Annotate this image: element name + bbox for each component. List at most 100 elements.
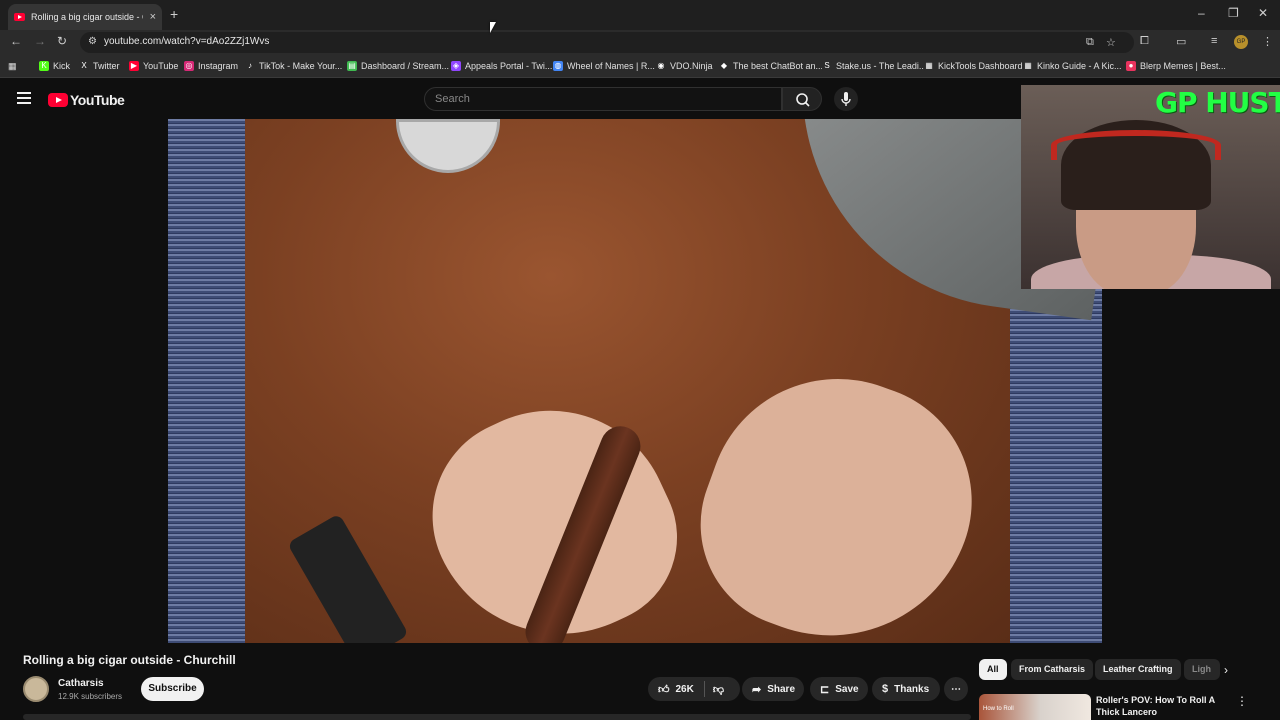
media-control-icon[interactable]: ≡ bbox=[1211, 35, 1217, 47]
share-button[interactable]: ➦ Share bbox=[742, 677, 804, 701]
description-scrollbar[interactable] bbox=[23, 714, 971, 720]
bookmark-item[interactable]: X Twitter bbox=[79, 61, 120, 71]
apps-grid-icon[interactable]: ▦ bbox=[8, 61, 17, 72]
voice-search-button[interactable] bbox=[834, 87, 858, 111]
share-label: Share bbox=[767, 683, 796, 695]
bookmark-favicon-icon: ◎ bbox=[184, 61, 194, 71]
like-dislike-group: 👍︎ 26K 👎︎ bbox=[648, 677, 740, 701]
bookmark-item[interactable]: ● Blerp Memes | Best... bbox=[1126, 61, 1226, 71]
chip-all[interactable]: All bbox=[979, 659, 1007, 680]
forward-arrow-icon[interactable]: → bbox=[34, 34, 46, 48]
webcam-headset bbox=[1051, 130, 1221, 160]
tab-close-icon[interactable]: × bbox=[150, 11, 156, 23]
bookmark-item[interactable]: ◈ Appeals Portal - Twi... bbox=[451, 61, 552, 71]
bookmark-icon: ⊏ bbox=[820, 683, 830, 696]
bookmark-label: The best ChatBot an... bbox=[733, 61, 824, 71]
save-label: Save bbox=[835, 683, 859, 695]
chip-from-catharsis[interactable]: From Catharsis bbox=[1011, 659, 1094, 680]
bookmark-favicon-icon: S bbox=[822, 61, 832, 71]
bookmark-label: VDO.Ninja bbox=[670, 61, 713, 71]
video-player[interactable] bbox=[168, 119, 1102, 643]
bookmark-label: Kick bbox=[53, 61, 71, 71]
more-actions-button[interactable]: ⋯ bbox=[944, 677, 968, 701]
recommended-menu-icon[interactable]: ⋮ bbox=[1236, 694, 1248, 708]
bookmark-item[interactable]: ♪ TikTok - Make Your... bbox=[245, 61, 342, 71]
browser-tab[interactable]: Rolling a big cigar outside - Ch × bbox=[8, 4, 162, 30]
search-box[interactable] bbox=[424, 87, 782, 111]
bookmark-favicon-icon: X bbox=[79, 61, 89, 71]
bookmark-item[interactable]: ◉ VDO.Ninja bbox=[656, 61, 713, 71]
channel-avatar[interactable] bbox=[23, 676, 49, 702]
search-icon bbox=[796, 93, 810, 107]
bookmark-favicon-icon: ▦ bbox=[1023, 61, 1033, 71]
search-input[interactable] bbox=[435, 93, 765, 105]
super-thanks-icon: $ bbox=[882, 683, 889, 695]
thumbs-down-icon[interactable]: 👎︎ bbox=[713, 683, 724, 696]
cast-icon[interactable]: ▭ bbox=[1176, 35, 1186, 48]
bookmark-item[interactable]: ◆ The best ChatBot an... bbox=[719, 61, 823, 71]
recommended-thumbnail[interactable]: How to Roll bbox=[979, 694, 1091, 720]
bookmark-item[interactable]: ▦ KickTools Dashboard bbox=[924, 61, 1023, 71]
video-frame-cloth-right bbox=[1010, 279, 1102, 643]
chip-lighting[interactable]: Ligh bbox=[1184, 659, 1220, 680]
thanks-label: Thanks bbox=[894, 683, 930, 695]
reload-icon[interactable]: ↻ bbox=[57, 34, 67, 48]
bookmark-item[interactable]: ▤ Dashboard / Stream... bbox=[347, 61, 449, 71]
video-frame-cloth-left bbox=[168, 119, 245, 643]
browser-menu-icon[interactable]: ⋮ bbox=[1262, 35, 1273, 48]
bookmark-favicon-icon: ◍ bbox=[553, 61, 563, 71]
address-bar-url[interactable]: youtube.com/watch?v=dAo2ZZj1Wvs bbox=[104, 36, 269, 47]
save-button[interactable]: ⊏ Save bbox=[810, 677, 868, 701]
like-count[interactable]: 26K bbox=[676, 684, 694, 695]
profile-avatar[interactable]: GP bbox=[1234, 35, 1248, 49]
chip-leather-crafting[interactable]: Leather Crafting bbox=[1095, 659, 1181, 680]
browser-toolbar: ← → ↻ ⚙ youtube.com/watch?v=dAo2ZZj1Wvs … bbox=[0, 30, 1280, 55]
bookmark-label: Stake.us - The Leadi... bbox=[836, 61, 927, 71]
thumbs-up-icon[interactable]: 👍︎ bbox=[658, 683, 670, 696]
bookmark-label: Dashboard / Stream... bbox=[361, 61, 450, 71]
bookmark-item[interactable]: ◎ Instagram bbox=[184, 61, 238, 71]
new-tab-button[interactable]: + bbox=[170, 6, 178, 22]
bookmark-star-icon[interactable]: ☆ bbox=[1106, 36, 1116, 49]
bookmark-label: Blerp Memes | Best... bbox=[1140, 61, 1226, 71]
bookmark-favicon-icon: ♪ bbox=[245, 61, 255, 71]
bookmark-item[interactable]: ▶ YouTube bbox=[129, 61, 178, 71]
back-arrow-icon[interactable]: ← bbox=[10, 34, 22, 48]
bookmarks-bar: ▦ K Kick X Twitter ▶ YouTube ◎ Instagram ♪ TikTok… bbox=[0, 55, 1280, 78]
browser-tab-strip: Rolling a big cigar outside - Ch × + – ❐… bbox=[0, 0, 1280, 30]
subscribe-button[interactable]: Subscribe bbox=[141, 677, 204, 701]
bookmark-label: Wheel of Names | R... bbox=[567, 61, 655, 71]
minimize-button[interactable]: – bbox=[1198, 6, 1205, 20]
bookmark-label: Appeals Portal - Twi... bbox=[465, 61, 553, 71]
channel-name[interactable]: Catharsis bbox=[58, 678, 104, 689]
install-app-icon[interactable]: ⧉ bbox=[1086, 36, 1094, 49]
stream-overlay-text: GP HUSTLA bbox=[1155, 86, 1280, 119]
thumbnail-caption: How to Roll bbox=[983, 706, 1014, 712]
restore-button[interactable]: ❐ bbox=[1228, 6, 1239, 20]
youtube-logo[interactable]: YouTube bbox=[48, 92, 125, 108]
close-window-button[interactable]: ✕ bbox=[1258, 6, 1268, 20]
bookmark-label: TikTok - Make Your... bbox=[259, 61, 343, 71]
bookmark-item[interactable]: S Stake.us - The Leadi... bbox=[822, 61, 926, 71]
search-button[interactable] bbox=[782, 87, 822, 111]
recommended-video-title[interactable]: Roller's POV: How To Roll A Thick Lancer… bbox=[1096, 694, 1226, 718]
hamburger-menu-icon[interactable] bbox=[17, 92, 31, 104]
bookmark-favicon-icon: ◉ bbox=[656, 61, 666, 71]
bookmark-item[interactable]: K Kick bbox=[39, 61, 70, 71]
site-info-icon[interactable]: ⚙ bbox=[88, 36, 97, 47]
bookmark-favicon-icon: ◈ bbox=[451, 61, 461, 71]
thanks-button[interactable]: $ Thanks bbox=[872, 677, 940, 701]
extensions-icon[interactable]: ⧠ bbox=[1140, 35, 1149, 48]
bookmark-item[interactable]: ◍ Wheel of Names | R... bbox=[553, 61, 655, 71]
bookmark-label: Kinko Guide - A Kic... bbox=[1037, 61, 1122, 71]
mouse-cursor-icon bbox=[490, 22, 496, 33]
chevron-right-icon[interactable]: › bbox=[1224, 663, 1228, 677]
microphone-icon bbox=[841, 92, 851, 106]
bookmark-favicon-icon: K bbox=[39, 61, 49, 71]
bookmark-favicon-icon: ● bbox=[1126, 61, 1136, 71]
bookmark-favicon-icon: ▤ bbox=[347, 61, 357, 71]
bookmark-label: KickTools Dashboard bbox=[938, 61, 1023, 71]
bookmark-label: YouTube bbox=[143, 61, 179, 71]
address-bar[interactable]: ⚙ youtube.com/watch?v=dAo2ZZj1Wvs ⧉ ☆ bbox=[80, 32, 1134, 53]
bookmark-item[interactable]: ▦ Kinko Guide - A Kic... bbox=[1023, 61, 1122, 71]
